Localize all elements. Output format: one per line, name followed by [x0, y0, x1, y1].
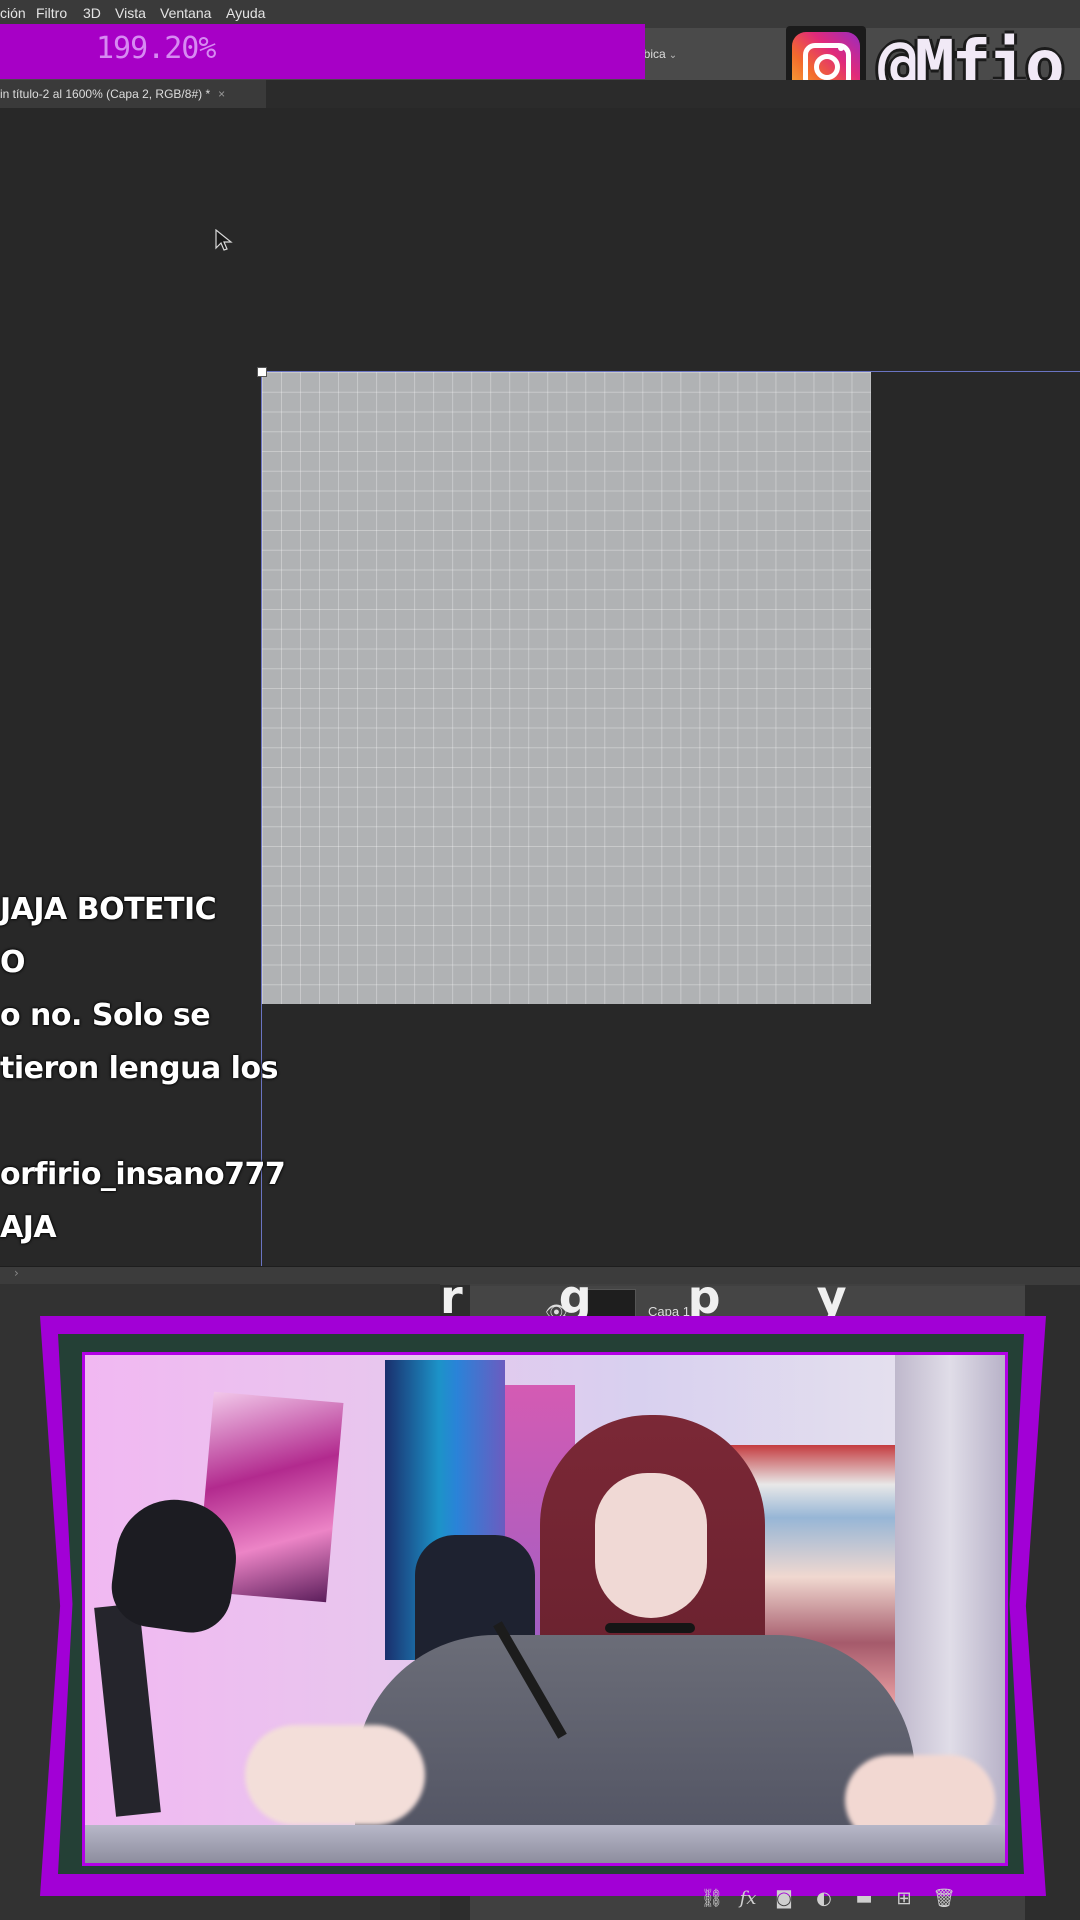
layers-toolbar: ⛓ fx ◙ ◐ ▬ ⊞ 🗑 — [700, 1888, 990, 1914]
close-icon[interactable]: × — [218, 87, 225, 101]
tab-strip — [266, 80, 1080, 108]
menu-item-ayuda[interactable]: Ayuda — [226, 5, 265, 21]
mask-icon[interactable]: ◙ — [772, 1888, 796, 1909]
menu-item-ventana[interactable]: Ventana — [160, 5, 211, 21]
chat-line: O — [0, 945, 26, 980]
folder-icon[interactable]: ▬ — [852, 1888, 876, 1909]
menu-item-filtro[interactable]: Filtro — [36, 5, 67, 21]
new-layer-icon[interactable]: ⊞ — [892, 1888, 916, 1909]
chat-line: o no. Solo se — [0, 998, 211, 1033]
link-icon[interactable]: ⛓ — [700, 1888, 724, 1909]
trash-icon[interactable]: 🗑 — [932, 1888, 956, 1909]
selection-anchor-handle[interactable] — [257, 367, 267, 377]
choker — [605, 1623, 695, 1633]
webcam-video — [82, 1352, 1008, 1866]
chevron-right-icon[interactable]: › — [14, 1266, 19, 1280]
stream-goal-progress-bar: 199.20% — [0, 24, 645, 79]
document-canvas[interactable] — [262, 372, 871, 1004]
fx-icon[interactable]: fx — [736, 1888, 760, 1909]
menu-item-3d[interactable]: 3D — [83, 5, 101, 21]
adjustment-icon[interactable]: ◐ — [812, 1888, 836, 1909]
chat-line: orfirio_insano777 — [0, 1157, 286, 1192]
caption-text-cut: r g p y — [440, 1270, 887, 1324]
guide-vertical[interactable] — [261, 371, 262, 1266]
guide-horizontal[interactable] — [261, 371, 1080, 372]
person-face — [595, 1473, 707, 1618]
microphone-stand — [94, 1603, 161, 1817]
menu-item-seleccion[interactable]: ción — [0, 5, 26, 21]
mouse-cursor-icon — [215, 229, 233, 251]
chat-line: JAJA BOTETIC — [0, 892, 217, 927]
progress-text: 199.20% — [96, 31, 216, 66]
document-tab-title: in título-2 al 1600% (Capa 2, RGB/8#) * — [0, 87, 211, 101]
chat-line: tieron lengua los — [0, 1051, 278, 1086]
person-hand-left — [245, 1725, 425, 1825]
chat-line: AJA — [0, 1210, 57, 1245]
chevron-down-icon: ⌄ — [668, 50, 678, 61]
interpolation-select[interactable]: úbica ⌄ — [637, 44, 695, 64]
menu-item-vista[interactable]: Vista — [115, 5, 146, 21]
document-tab[interactable]: in título-2 al 1600% (Capa 2, RGB/8#) * × — [0, 80, 266, 108]
desk — [85, 1825, 1005, 1863]
